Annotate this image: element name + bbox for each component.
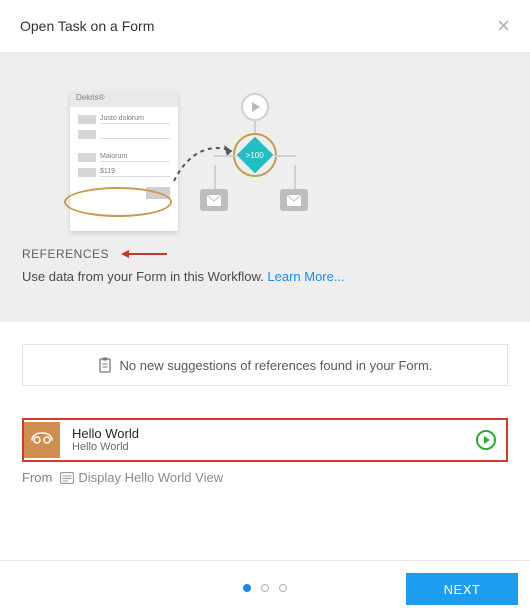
connector-line — [214, 165, 216, 189]
no-suggestions-text: No new suggestions of references found i… — [120, 358, 433, 373]
mock-field-blank1 — [100, 130, 170, 139]
step-dot-1[interactable] — [243, 584, 251, 592]
step-dots — [243, 584, 287, 592]
mock-field-1: Justo dolorum — [100, 115, 170, 124]
modal-body: No new suggestions of references found i… — [0, 322, 530, 560]
source-view-name: Display Hello World View — [78, 470, 223, 485]
smartform-icon — [24, 422, 60, 458]
open-task-modal: Open Task on a Form × Dekris® Justo dolo… — [0, 0, 530, 615]
modal-title: Open Task on a Form — [20, 18, 154, 34]
connector-line — [294, 165, 296, 189]
references-header: REFERENCES Use data from your Form in th… — [0, 233, 530, 302]
view-icon — [60, 472, 74, 484]
connector-line — [274, 155, 296, 157]
step-dot-3[interactable] — [279, 584, 287, 592]
play-icon[interactable] — [476, 430, 496, 450]
mail-node-icon — [200, 189, 228, 211]
modal-footer: NEXT — [0, 560, 530, 615]
decision-node-icon: >100 — [237, 137, 274, 174]
decision-label: >100 — [246, 151, 264, 160]
references-subtext-row: Use data from your Form in this Workflow… — [22, 269, 508, 284]
task-subtitle: Hello World — [72, 441, 464, 454]
references-subtext: Use data from your Form in this Workflow… — [22, 269, 267, 284]
mock-form-title: Dekris® — [70, 91, 178, 107]
close-icon[interactable]: × — [497, 15, 510, 37]
source-view-chip[interactable]: Display Hello World View — [60, 470, 223, 485]
task-card[interactable]: Hello World Hello World — [22, 418, 508, 462]
next-button[interactable]: NEXT — [406, 573, 518, 605]
task-text-block: Hello World Hello World — [72, 426, 464, 455]
step-dot-2[interactable] — [261, 584, 269, 592]
from-label: From — [22, 470, 52, 485]
workflow-diagram: Dekris® Justo dolorum Maiorum $119 — [70, 73, 460, 233]
illustration-panel: Dekris® Justo dolorum Maiorum $119 — [0, 53, 530, 322]
mock-field-2: Maiorum — [100, 153, 170, 162]
from-row: From Display Hello World View — [22, 470, 508, 485]
task-title: Hello World — [72, 426, 464, 442]
connector-line — [214, 155, 236, 157]
red-arrow-icon — [121, 250, 167, 258]
start-node-icon — [241, 93, 269, 121]
clipboard-icon — [98, 357, 112, 373]
dotted-arrow-icon — [172, 145, 242, 185]
mock-field-value: $119 — [100, 168, 170, 177]
no-suggestions-banner: No new suggestions of references found i… — [22, 344, 508, 386]
decision-node-ring: >100 — [233, 133, 277, 177]
references-label: REFERENCES — [22, 247, 109, 261]
modal-header: Open Task on a Form × — [0, 0, 530, 53]
learn-more-link[interactable]: Learn More... — [267, 269, 344, 284]
mail-node-icon — [280, 189, 308, 211]
highlight-oval — [64, 187, 172, 217]
